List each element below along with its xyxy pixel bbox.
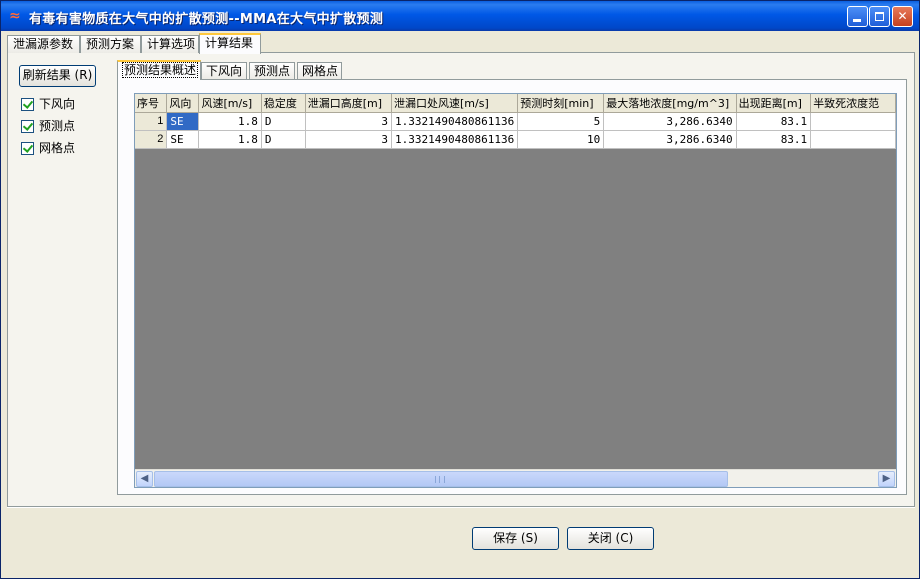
checkbox-box[interactable] bbox=[21, 98, 34, 111]
table-cell[interactable]: 10 bbox=[517, 130, 605, 149]
app-icon: ≈ bbox=[9, 8, 21, 24]
table-cell[interactable]: D bbox=[261, 112, 306, 131]
table-row[interactable]: 1 SE 1.8 D 3 1.3321490480861136 5 3,286.… bbox=[135, 112, 896, 131]
main-window: ≈ 有毒有害物质在大气中的扩散预测--MMA在大气中扩散预测 ✕ 泄漏源参数 预… bbox=[0, 0, 920, 579]
column-header[interactable]: 风向 bbox=[166, 94, 200, 113]
tab-forecast-points[interactable]: 预测点 bbox=[249, 62, 295, 79]
tab-leak-source-params[interactable]: 泄漏源参数 bbox=[7, 35, 80, 53]
table-cell[interactable] bbox=[810, 130, 896, 149]
close-button[interactable]: 关闭 (C) bbox=[567, 527, 654, 550]
refresh-results-button[interactable]: 刷新结果 (R) bbox=[19, 65, 96, 87]
close-window-button[interactable]: ✕ bbox=[892, 6, 913, 27]
save-button[interactable]: 保存 (S) bbox=[472, 527, 559, 550]
maximize-button[interactable] bbox=[869, 6, 890, 27]
checkbox-box[interactable] bbox=[21, 142, 34, 155]
table-cell[interactable]: 1.3321490480861136 bbox=[391, 130, 519, 149]
tab-downwind[interactable]: 下风向 bbox=[201, 62, 247, 79]
table-cell[interactable]: 83.1 bbox=[736, 112, 812, 131]
tab-label: 网格点 bbox=[302, 64, 339, 78]
tab-label: 预测方案 bbox=[86, 37, 135, 51]
table-cell[interactable] bbox=[810, 112, 896, 131]
title-bar[interactable]: ≈ 有毒有害物质在大气中的扩散预测--MMA在大气中扩散预测 ✕ bbox=[1, 1, 919, 31]
table-cell[interactable]: D bbox=[261, 130, 306, 149]
column-header[interactable]: 泄漏口处风速[m/s] bbox=[391, 94, 519, 113]
tab-label: 预测结果概述 bbox=[122, 62, 199, 78]
results-table: 序号 风向 风速[m/s] 稳定度 泄漏口高度[m] 泄漏口处风速[m/s] 预… bbox=[135, 94, 896, 149]
checkbox-box[interactable] bbox=[21, 120, 34, 133]
tab-calc-options[interactable]: 计算选项 bbox=[141, 35, 199, 53]
horizontal-scrollbar[interactable]: ◀ ▶ bbox=[135, 469, 896, 487]
tab-forecast-scheme[interactable]: 预测方案 bbox=[80, 35, 141, 53]
checkbox-label: 网格点 bbox=[39, 141, 76, 155]
table-cell[interactable]: 3,286.6340 bbox=[603, 112, 737, 131]
table-cell[interactable]: 1.3321490480861136 bbox=[391, 112, 519, 131]
scroll-left-button[interactable]: ◀ bbox=[136, 471, 153, 487]
table-row[interactable]: 2 SE 1.8 D 3 1.3321490480861136 10 3,286… bbox=[135, 130, 896, 149]
window-title: 有毒有害物质在大气中的扩散预测--MMA在大气中扩散预测 bbox=[29, 12, 384, 27]
tab-label: 计算选项 bbox=[147, 37, 196, 51]
tab-calc-results[interactable]: 计算结果 bbox=[199, 33, 261, 54]
table-cell[interactable]: 1.8 bbox=[198, 130, 262, 149]
table-cell[interactable]: 83.1 bbox=[736, 130, 812, 149]
checkbox-label: 下风向 bbox=[39, 97, 76, 111]
results-grid[interactable]: 序号 风向 风速[m/s] 稳定度 泄漏口高度[m] 泄漏口处风速[m/s] 预… bbox=[134, 93, 897, 488]
column-header[interactable]: 出现距离[m] bbox=[736, 94, 812, 113]
column-header[interactable]: 半致死浓度范 bbox=[810, 94, 896, 113]
column-header[interactable]: 最大落地浓度[mg/m^3] bbox=[603, 94, 737, 113]
tab-label: 泄漏源参数 bbox=[13, 37, 74, 51]
maximize-icon bbox=[875, 12, 884, 21]
tab-label: 计算结果 bbox=[205, 36, 254, 50]
table-cell[interactable]: 3 bbox=[305, 130, 393, 149]
scrollbar-thumb[interactable] bbox=[154, 471, 728, 487]
minimize-icon bbox=[853, 19, 861, 22]
chevron-right-icon: ▶ bbox=[882, 473, 891, 484]
column-header[interactable]: 风速[m/s] bbox=[198, 94, 262, 113]
scroll-right-button[interactable]: ▶ bbox=[878, 471, 895, 487]
column-header[interactable]: 泄漏口高度[m] bbox=[305, 94, 393, 113]
column-header[interactable]: 序号 bbox=[135, 94, 168, 113]
tab-result-summary[interactable]: 预测结果概述 bbox=[117, 60, 201, 80]
table-cell[interactable]: SE bbox=[166, 112, 200, 131]
checkbox-label: 预测点 bbox=[39, 119, 76, 133]
table-cell[interactable]: 5 bbox=[517, 112, 605, 131]
table-cell[interactable]: 1.8 bbox=[198, 112, 262, 131]
footer-divider bbox=[7, 507, 915, 508]
chevron-left-icon: ◀ bbox=[140, 473, 149, 484]
table-cell[interactable]: 1 bbox=[135, 112, 168, 131]
close-icon: ✕ bbox=[897, 9, 908, 23]
table-cell[interactable]: 3,286.6340 bbox=[603, 130, 737, 149]
table-cell[interactable]: 3 bbox=[305, 112, 393, 131]
tab-label: 预测点 bbox=[254, 64, 291, 78]
column-header[interactable]: 预测时刻[min] bbox=[517, 94, 605, 113]
tab-grid-points[interactable]: 网格点 bbox=[297, 62, 342, 79]
grip-icon bbox=[435, 476, 445, 483]
tab-label: 下风向 bbox=[206, 64, 243, 78]
table-header-row: 序号 风向 风速[m/s] 稳定度 泄漏口高度[m] 泄漏口处风速[m/s] 预… bbox=[135, 94, 896, 113]
minimize-button[interactable] bbox=[847, 6, 868, 27]
column-header[interactable]: 稳定度 bbox=[261, 94, 306, 113]
table-cell[interactable]: SE bbox=[166, 130, 200, 149]
table-cell[interactable]: 2 bbox=[135, 130, 168, 149]
